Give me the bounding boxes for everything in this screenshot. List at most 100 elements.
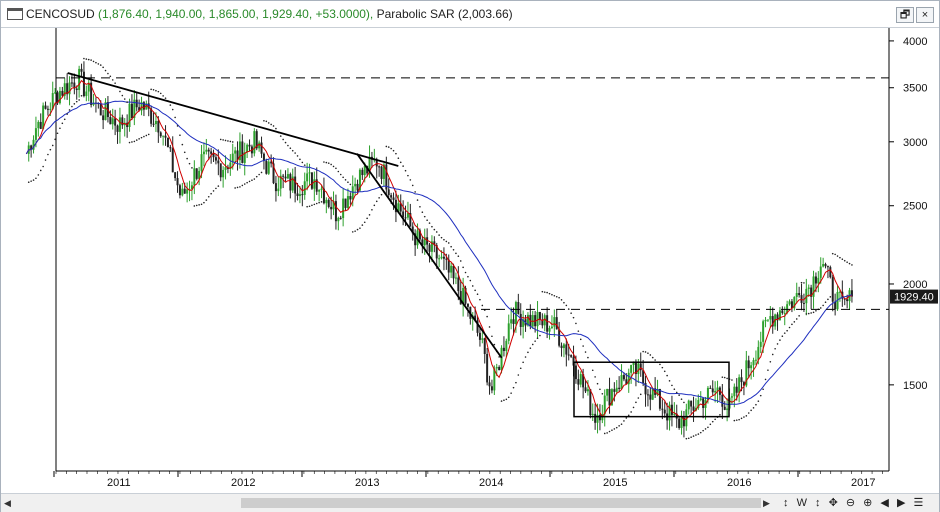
sar-dot <box>152 89 155 91</box>
sar-dot <box>61 122 64 125</box>
candle-body <box>34 128 37 140</box>
candle-body <box>759 341 762 347</box>
sar-dot <box>330 163 332 166</box>
crosshair-icon[interactable]: ✥ <box>829 496 838 509</box>
sar-dot <box>529 347 532 349</box>
last-price-label: 1929.40 <box>894 292 934 304</box>
candle-body <box>392 197 395 200</box>
sar-dot <box>284 141 287 144</box>
sar-dot <box>848 262 851 265</box>
sar-dot <box>467 275 469 278</box>
sar-dot <box>126 101 128 103</box>
slow-moving-average <box>25 100 853 405</box>
candle-body <box>325 199 328 204</box>
scroll-thumb[interactable] <box>241 498 761 508</box>
sar-dot <box>630 411 632 413</box>
sar-dot <box>807 312 810 315</box>
candle-body <box>296 193 299 197</box>
sar-dot <box>169 104 172 106</box>
sar-dot <box>42 165 44 168</box>
candle-body <box>286 174 289 179</box>
sar-dot <box>774 347 776 350</box>
scroll-back-icon[interactable]: ◀ <box>880 496 888 509</box>
sar-dot <box>839 256 841 259</box>
sar-dot <box>37 174 40 176</box>
sar-dot <box>541 290 544 293</box>
candle-body <box>546 315 549 332</box>
sar-dot <box>59 127 61 130</box>
scroll-right-icon[interactable]: ▶ <box>763 497 773 509</box>
sar-dot <box>246 181 248 184</box>
sar-dot <box>601 392 604 395</box>
sar-dot <box>846 261 848 263</box>
candle-body <box>699 398 702 401</box>
sar-dot <box>426 219 428 222</box>
sar-dot <box>536 337 539 339</box>
sar-dot <box>649 354 652 356</box>
zoom-in-icon[interactable]: ⊕ <box>863 496 872 509</box>
restore-button[interactable]: 🗗 <box>896 7 914 23</box>
sar-dot <box>567 308 570 310</box>
candle-body <box>618 387 621 389</box>
candle-body <box>44 105 47 109</box>
sar-dot <box>719 414 721 416</box>
sar-dot <box>83 57 85 60</box>
candle-body <box>387 189 390 196</box>
sar-dot <box>289 147 292 150</box>
sar-dot <box>155 89 157 92</box>
close-button[interactable]: × <box>916 7 934 23</box>
candle-body <box>766 319 769 321</box>
sar-dot <box>128 141 131 144</box>
sar-dot <box>435 231 438 233</box>
sar-dot <box>500 400 503 402</box>
sar-dot <box>366 217 368 220</box>
sar-dot <box>327 162 330 164</box>
scroll-forward-icon[interactable]: ▶ <box>897 496 905 509</box>
sar-dot <box>534 340 536 342</box>
candle-body <box>495 366 498 369</box>
candle-body <box>721 394 724 407</box>
candle-body <box>517 302 520 314</box>
sar-dot <box>409 179 412 181</box>
sar-dot <box>315 202 318 205</box>
vertical-cursor-icon[interactable]: ↕ <box>815 497 821 509</box>
candle-body <box>306 173 309 182</box>
sar-dot <box>251 179 253 181</box>
sar-dot <box>270 123 272 126</box>
sar-dot <box>344 179 347 181</box>
sar-dot <box>798 315 800 317</box>
sar-dot <box>762 388 764 391</box>
sar-dot <box>642 350 644 353</box>
sar-dot <box>493 343 496 346</box>
candle-body <box>483 338 486 354</box>
menu-icon[interactable]: ☰ <box>913 496 923 509</box>
candle-body <box>49 108 52 110</box>
sar-dot <box>248 180 251 183</box>
period-weekly-button[interactable]: W <box>797 497 807 509</box>
candle-body <box>118 117 121 132</box>
zoom-out-icon[interactable]: ⊖ <box>846 496 855 509</box>
candle-body <box>802 302 805 304</box>
price-chart[interactable]: 1500 2000 2500 3000 3500 4000 2011 2012 2013 2014… <box>1 28 939 494</box>
sar-dot <box>176 125 179 127</box>
sar-dot <box>683 401 685 404</box>
candle-body <box>673 413 676 415</box>
candle-body <box>752 360 755 366</box>
candle-body <box>114 118 117 126</box>
candle-body <box>152 123 155 125</box>
sar-dot <box>781 335 784 337</box>
sar-dot <box>654 359 656 361</box>
sar-dot <box>162 95 164 97</box>
chart-area[interactable]: 1500 2000 2500 3000 3500 4000 2011 2012 2013 2014… <box>1 28 939 494</box>
x-tick-label: 2015 <box>603 477 627 489</box>
candle-body <box>356 183 359 191</box>
sar-dot <box>272 125 275 127</box>
scale-toggle-icon[interactable]: ↕ <box>783 497 789 509</box>
sar-dot <box>515 381 517 384</box>
sar-dot <box>445 240 448 243</box>
candle-body <box>78 68 81 90</box>
candle-body <box>738 377 741 393</box>
sar-dot <box>440 236 443 239</box>
scroll-left-icon[interactable]: ◀ <box>4 497 14 509</box>
sar-dot <box>680 398 683 400</box>
